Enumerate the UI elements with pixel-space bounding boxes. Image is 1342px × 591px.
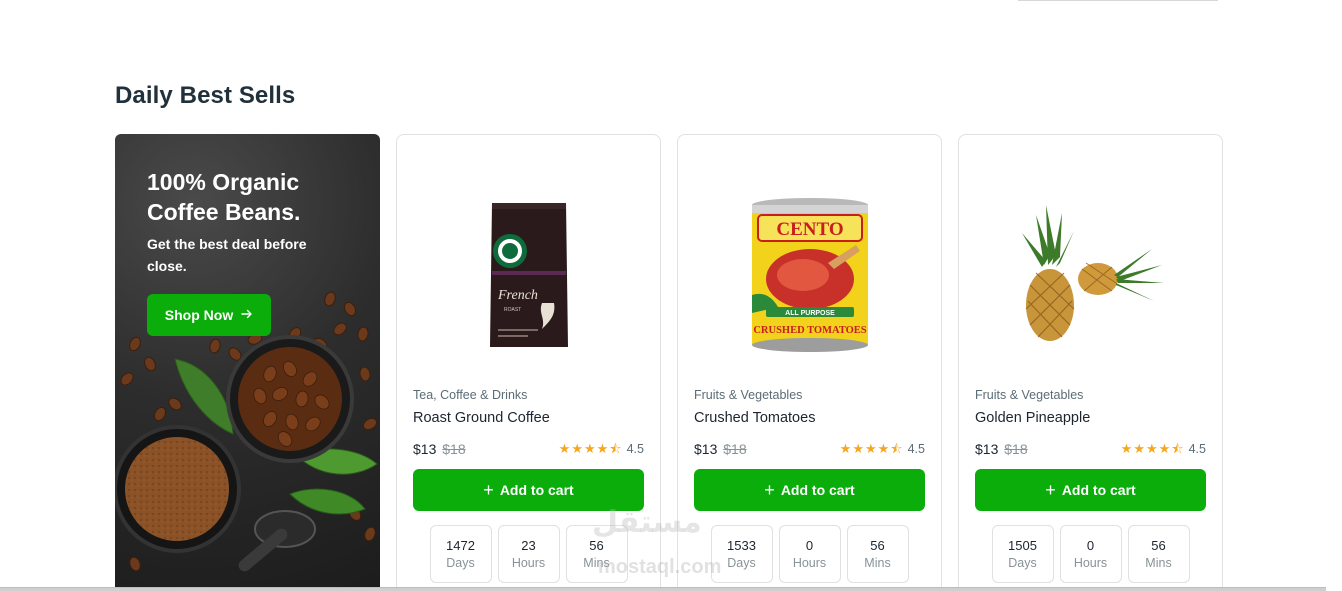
- old-price: $18: [723, 441, 747, 457]
- product-name[interactable]: Crushed Tomatoes: [694, 410, 815, 426]
- current-price: $13: [975, 441, 999, 457]
- timer-label: Mins: [864, 556, 891, 570]
- horizontal-scrollbar[interactable]: [0, 587, 1326, 591]
- countdown-timer: 1533 Days 0 Hours 56 Mins: [678, 525, 941, 583]
- product-rating: ★ ★ ★ ★ ⯪ 4.5: [1120, 441, 1206, 457]
- product-price: $13 $18: [694, 441, 747, 457]
- timer-label: Mins: [1145, 556, 1172, 570]
- star-icon: ★: [839, 441, 852, 456]
- promo-subtitle: Get the best deal before close.: [147, 236, 307, 274]
- timer-days: 1472 Days: [429, 525, 492, 583]
- plus-icon: +: [483, 480, 494, 500]
- timer-value: 1505: [1008, 538, 1037, 553]
- svg-text:ALL PURPOSE: ALL PURPOSE: [785, 310, 835, 317]
- plus-icon: +: [1045, 480, 1056, 500]
- shop-now-label: Shop Now: [164, 307, 234, 323]
- timer-label: Hours: [792, 556, 827, 570]
- product-name[interactable]: Roast Ground Coffee: [413, 410, 550, 426]
- rating-value: 4.5: [1188, 442, 1206, 456]
- half-star-icon: ⯪: [1171, 441, 1184, 456]
- rating-value: 4.5: [626, 442, 644, 456]
- current-price: $13: [694, 441, 718, 457]
- tomato-can-image[interactable]: CENTO ALL PURPOSE CRUSHED TOMATOES: [678, 155, 941, 395]
- product-price: $13 $18: [413, 441, 466, 457]
- timer-hours: 23 Hours: [497, 525, 560, 583]
- countdown-timer: 1472 Days 23 Hours 56 Mins: [397, 525, 660, 583]
- add-to-cart-button[interactable]: + Add to cart: [694, 469, 925, 511]
- star-icon: ★: [1133, 441, 1145, 456]
- product-rating: ★ ★ ★ ★ ⯪ 4.5: [839, 441, 925, 457]
- star-icon: ★: [583, 441, 596, 456]
- timer-value: 0: [1086, 538, 1095, 553]
- timer-hours: 0 Hours: [1059, 525, 1122, 583]
- product-category: Fruits & Vegetables: [694, 388, 803, 402]
- arrow-right-icon: [241, 307, 253, 323]
- timer-days: 1505 Days: [991, 525, 1054, 583]
- star-icon: ★: [877, 441, 890, 456]
- svg-text:CENTO: CENTO: [776, 219, 843, 240]
- half-star-icon: ⯪: [609, 441, 622, 456]
- product-card[interactable]: French ROAST Tea, Coffee & Drinks Roast …: [396, 134, 661, 591]
- star-icon: ★: [596, 441, 609, 456]
- timer-label: Hours: [511, 556, 546, 570]
- coffee-bag-image[interactable]: French ROAST: [397, 155, 660, 395]
- add-to-cart-label: Add to cart: [1061, 482, 1136, 498]
- timer-value: 56: [589, 538, 604, 553]
- add-to-cart-button[interactable]: + Add to cart: [975, 469, 1206, 511]
- timer-mins: 56 Mins: [565, 525, 628, 583]
- timer-mins: 56 Mins: [846, 525, 909, 583]
- promo-title: 100% Organic Coffee Beans.: [147, 169, 301, 225]
- timer-value: 0: [805, 538, 814, 553]
- svg-text:CRUSHED TOMATOES: CRUSHED TOMATOES: [753, 325, 866, 336]
- star-icon: ★: [571, 441, 583, 456]
- shop-now-button[interactable]: Shop Now: [147, 294, 271, 336]
- timer-days: 1533 Days: [710, 525, 773, 583]
- old-price: $18: [1004, 441, 1028, 457]
- half-star-icon: ⯪: [890, 441, 903, 456]
- star-icon: ★: [1120, 441, 1133, 456]
- timer-label: Days: [727, 556, 756, 570]
- timer-value: 1472: [446, 538, 475, 553]
- countdown-timer: 1505 Days 0 Hours 56 Mins: [959, 525, 1222, 583]
- add-to-cart-button[interactable]: + Add to cart: [413, 469, 644, 511]
- svg-text:French: French: [497, 288, 538, 303]
- add-to-cart-label: Add to cart: [499, 482, 574, 498]
- timer-label: Hours: [1073, 556, 1108, 570]
- star-icon: ★: [852, 441, 864, 456]
- product-rating: ★ ★ ★ ★ ⯪ 4.5: [558, 441, 644, 457]
- pineapple-image[interactable]: [959, 155, 1222, 395]
- top-divider: [1018, 0, 1218, 1]
- star-icon: ★: [1145, 441, 1158, 456]
- rating-value: 4.5: [907, 442, 925, 456]
- old-price: $18: [442, 441, 466, 457]
- timer-label: Days: [1008, 556, 1037, 570]
- star-icon: ★: [558, 441, 571, 456]
- plus-icon: +: [764, 480, 775, 500]
- product-card[interactable]: Fruits & Vegetables Golden Pineapple $13…: [958, 134, 1223, 591]
- timer-value: 56: [870, 538, 885, 553]
- product-category: Fruits & Vegetables: [975, 388, 1084, 402]
- timer-hours: 0 Hours: [778, 525, 841, 583]
- product-name[interactable]: Golden Pineapple: [975, 410, 1090, 426]
- timer-mins: 56 Mins: [1127, 525, 1190, 583]
- section-title: Daily Best Sells: [115, 82, 296, 109]
- current-price: $13: [413, 441, 437, 457]
- timer-value: 56: [1151, 538, 1166, 553]
- add-to-cart-label: Add to cart: [780, 482, 855, 498]
- product-card[interactable]: CENTO ALL PURPOSE CRUSHED TOMATOES Fruit…: [677, 134, 942, 591]
- svg-text:ROAST: ROAST: [504, 307, 521, 313]
- timer-label: Mins: [583, 556, 610, 570]
- timer-value: 23: [521, 538, 536, 553]
- timer-label: Days: [446, 556, 475, 570]
- product-category: Tea, Coffee & Drinks: [413, 388, 528, 402]
- timer-value: 1533: [727, 538, 756, 553]
- promo-banner: 100% Organic Coffee Beans. Get the best …: [115, 134, 380, 591]
- product-price: $13 $18: [975, 441, 1028, 457]
- star-icon: ★: [1158, 441, 1171, 456]
- star-icon: ★: [864, 441, 877, 456]
